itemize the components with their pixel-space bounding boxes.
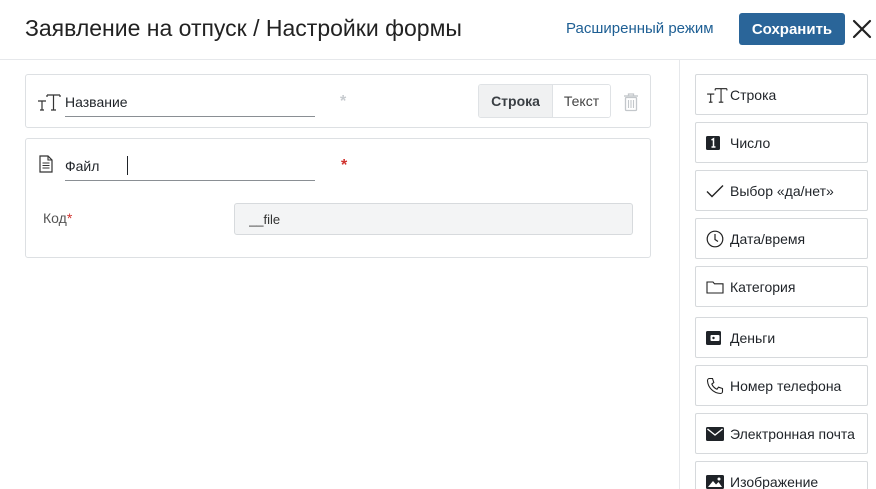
code-input[interactable] xyxy=(234,203,633,235)
envelope-icon xyxy=(706,424,728,444)
text-format-icon xyxy=(706,85,728,105)
field-type-boolean[interactable]: Выбор «да/нет» xyxy=(695,170,868,211)
form-field-card-active: * Код* xyxy=(25,138,651,258)
field-type-category[interactable]: Категория xyxy=(695,266,868,307)
field-type-label: Число xyxy=(730,134,771,151)
close-icon xyxy=(852,19,872,39)
image-icon xyxy=(706,472,728,489)
number-icon xyxy=(706,133,728,153)
header: Заявление на отпуск / Настройки формы Ра… xyxy=(0,0,876,60)
text-format-icon xyxy=(37,92,61,117)
checkmark-icon xyxy=(706,181,728,201)
required-toggle[interactable]: * xyxy=(341,157,347,175)
text-cursor xyxy=(127,156,128,175)
clock-icon xyxy=(706,229,728,249)
toggle-option-string[interactable]: Строка xyxy=(479,85,552,117)
phone-icon xyxy=(706,376,728,396)
field-type-label: Изображение xyxy=(730,473,819,489)
advanced-mode-link[interactable]: Расширенный режим xyxy=(566,20,714,37)
code-required-mark: * xyxy=(66,210,73,226)
close-button[interactable] xyxy=(850,17,874,41)
field-type-string[interactable]: Строка xyxy=(695,74,868,115)
code-label-text: Код xyxy=(43,210,67,226)
file-icon xyxy=(39,155,53,178)
wallet-icon xyxy=(706,328,728,348)
code-label: Код* xyxy=(43,210,72,226)
delete-field-button[interactable] xyxy=(623,92,639,112)
folder-icon xyxy=(706,277,728,297)
page-title: Заявление на отпуск / Настройки формы xyxy=(25,15,462,41)
field-type-label: Строка xyxy=(730,86,777,103)
toggle-option-text[interactable]: Текст xyxy=(552,85,610,117)
field-type-sidebar: Строка Число Выбор «да/нет» Дата/время К… xyxy=(679,60,876,489)
field-name-input[interactable] xyxy=(65,92,315,117)
form-field-card: * Строка Текст xyxy=(25,74,651,128)
required-toggle[interactable]: * xyxy=(340,93,346,111)
field-type-phone[interactable]: Номер телефона xyxy=(695,365,868,406)
field-type-label: Деньги xyxy=(730,329,776,346)
trash-icon xyxy=(624,93,638,112)
field-type-label: Категория xyxy=(730,278,796,295)
field-type-label: Электронная почта xyxy=(730,425,855,442)
string-type-toggle: Строка Текст xyxy=(478,84,611,118)
field-type-datetime[interactable]: Дата/время xyxy=(695,218,868,259)
field-type-image[interactable]: Изображение xyxy=(695,461,868,489)
field-type-email[interactable]: Электронная почта xyxy=(695,413,868,454)
field-type-label: Дата/время xyxy=(730,230,806,247)
field-type-money[interactable]: Деньги xyxy=(695,317,868,358)
field-type-number[interactable]: Число xyxy=(695,122,868,163)
field-type-label: Выбор «да/нет» xyxy=(730,182,834,199)
field-name-input[interactable] xyxy=(65,155,315,181)
field-type-label: Номер телефона xyxy=(730,377,842,394)
save-button[interactable]: Сохранить xyxy=(739,13,845,45)
